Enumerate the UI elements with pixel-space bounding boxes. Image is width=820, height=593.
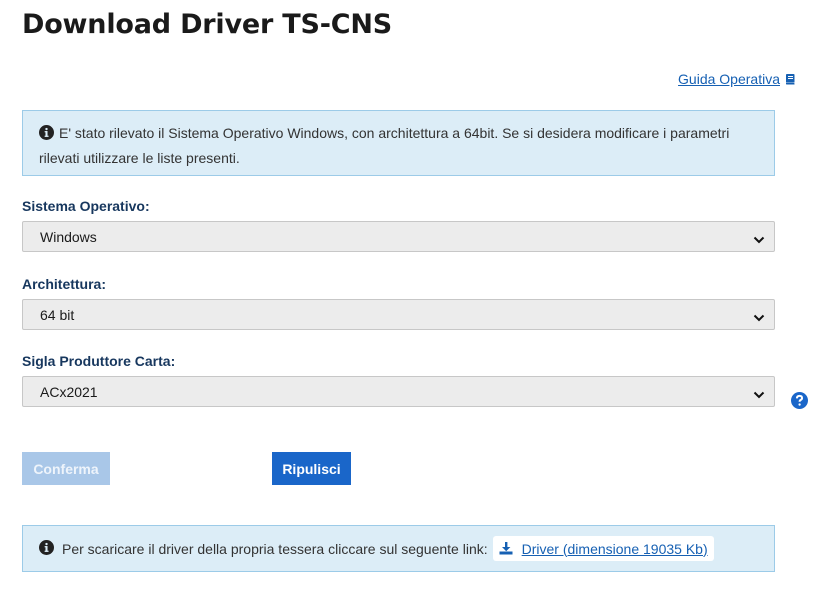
chevron-down-icon bbox=[753, 387, 765, 403]
arch-label: Architettura: bbox=[22, 276, 107, 292]
info-circle-icon bbox=[39, 539, 54, 558]
os-detected-text: E' stato rilevato il Sistema Operativo W… bbox=[39, 125, 730, 166]
chevron-down-icon bbox=[753, 232, 765, 248]
os-label: Sistema Operativo: bbox=[22, 198, 150, 214]
info-circle-icon bbox=[39, 124, 54, 147]
question-circle-icon[interactable] bbox=[791, 392, 808, 414]
confirm-button[interactable]: Conferma bbox=[22, 452, 110, 485]
os-select[interactable]: Windows bbox=[22, 221, 775, 252]
page-title: Download Driver TS-CNS bbox=[22, 9, 393, 40]
book-icon bbox=[784, 73, 796, 85]
os-select-value: Windows bbox=[40, 228, 97, 245]
download-text: Per scaricare il driver della propria te… bbox=[62, 540, 488, 557]
guide-link-label: Guida Operativa bbox=[678, 71, 780, 87]
download-icon bbox=[499, 542, 522, 555]
reset-button[interactable]: Ripulisci bbox=[272, 452, 351, 485]
producer-select[interactable]: ACx2021 bbox=[22, 376, 775, 407]
arch-select[interactable]: 64 bit bbox=[22, 299, 775, 330]
producer-label: Sigla Produttore Carta: bbox=[22, 353, 176, 369]
producer-select-value: ACx2021 bbox=[40, 383, 98, 400]
page: Download Driver TS-CNS Guida Operativa E… bbox=[0, 0, 820, 593]
driver-link-label: Driver (dimensione 19035 Kb) bbox=[521, 540, 708, 557]
driver-download-link[interactable]: Driver (dimensione 19035 Kb) bbox=[492, 536, 714, 561]
os-detected-alert: E' stato rilevato il Sistema Operativo W… bbox=[22, 110, 775, 176]
guide-link[interactable]: Guida Operativa bbox=[678, 71, 796, 87]
download-alert: Per scaricare il driver della propria te… bbox=[22, 525, 775, 572]
arch-select-value: 64 bit bbox=[40, 306, 75, 323]
chevron-down-icon bbox=[753, 310, 765, 326]
